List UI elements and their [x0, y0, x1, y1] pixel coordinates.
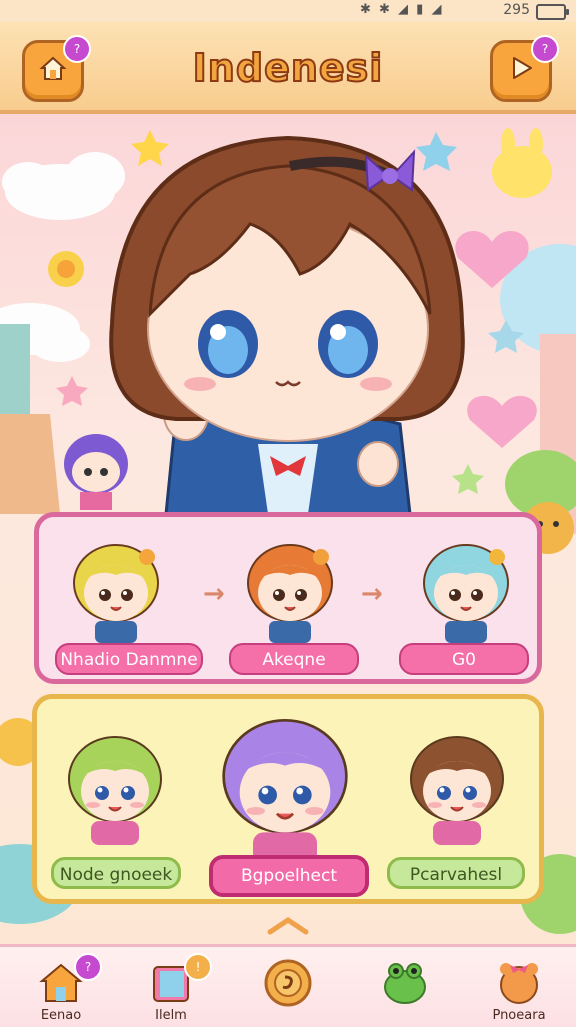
decor-star [131, 130, 169, 166]
nav-item-label: Eenao [40, 1008, 82, 1023]
evolution-stage-3[interactable] [411, 535, 521, 645]
selected-character-label[interactable]: Bgpoelhect [209, 855, 369, 897]
signal-icons: ✱ ✱ ◢ ▮ ◢ [360, 2, 444, 17]
frog-icon [384, 963, 426, 1004]
side-character [64, 434, 128, 510]
chibi-avatar [222, 719, 348, 865]
evolution-stage-2[interactable] [235, 535, 345, 645]
status-bar: ✱ ✱ ◢ ▮ ◢ 295 [0, 0, 576, 22]
nav-item-label: Ilelm [155, 1008, 187, 1023]
home-button[interactable]: ? [22, 35, 91, 102]
character-option-3[interactable] [397, 727, 517, 847]
chibi-avatar [423, 544, 509, 643]
coin-icon [264, 959, 312, 1007]
decor-heart [467, 395, 537, 448]
evolution-stage-1[interactable] [61, 535, 171, 645]
chibi-avatar [247, 544, 333, 643]
bottom-navigation: ? Eenao! Ilelm Pnoeara [0, 944, 576, 1027]
cloud-left [2, 152, 125, 220]
app-title: Indenesi [192, 45, 384, 91]
main-character [109, 135, 465, 516]
arrow-right-icon: → [203, 579, 225, 609]
nav-item-pnoeara[interactable]: Pnoeara [474, 947, 564, 1027]
nav-item-coin[interactable] [243, 947, 333, 1027]
decor-flower [48, 251, 84, 287]
nav-item-eenao[interactable]: ? Eenao [16, 947, 106, 1027]
decor-star [452, 464, 484, 494]
nav-notification-badge: ? [74, 953, 102, 981]
evolution-stage-label: Akeqne [229, 643, 359, 675]
nav-item-ilelm[interactable]: ! Ilelm [126, 947, 216, 1027]
house-left [0, 414, 60, 514]
chibi-avatar [73, 544, 159, 643]
play-button[interactable]: ? [490, 35, 559, 102]
character-option-1[interactable] [55, 727, 175, 847]
chevron-up-icon[interactable] [264, 914, 312, 938]
decor-star [56, 376, 88, 406]
play-notification-badge: ? [531, 35, 559, 63]
status-time: 295 [503, 2, 530, 18]
decor-star [416, 132, 457, 171]
character-label[interactable]: Pcarvahesl [387, 857, 525, 889]
chibi-avatar [410, 736, 504, 845]
evolution-stage-label: Nhadio Danmne [55, 643, 203, 675]
home-notification-badge: ? [63, 35, 91, 63]
evolution-panel: Nhadio Danmne Akeqne G0 → → [34, 512, 542, 684]
nav-item-frog[interactable] [360, 947, 450, 1027]
evolution-stage-label: G0 [399, 643, 529, 675]
bear-icon [500, 963, 538, 1004]
top-header: ? Indenesi ? [0, 22, 576, 114]
nav-notification-badge: ! [184, 953, 212, 981]
decor-bunny-balloon [492, 128, 552, 198]
nav-item-label: Pnoeara [492, 1008, 546, 1023]
character-option-2[interactable] [205, 707, 365, 867]
battery-icon [536, 4, 569, 20]
chibi-avatar [68, 736, 162, 845]
character-select-panel: Node gnoeek Bgpoelhect Pcarvahesl [32, 694, 544, 904]
character-label[interactable]: Node gnoeek [51, 857, 181, 889]
arrow-right-icon: → [361, 579, 383, 609]
